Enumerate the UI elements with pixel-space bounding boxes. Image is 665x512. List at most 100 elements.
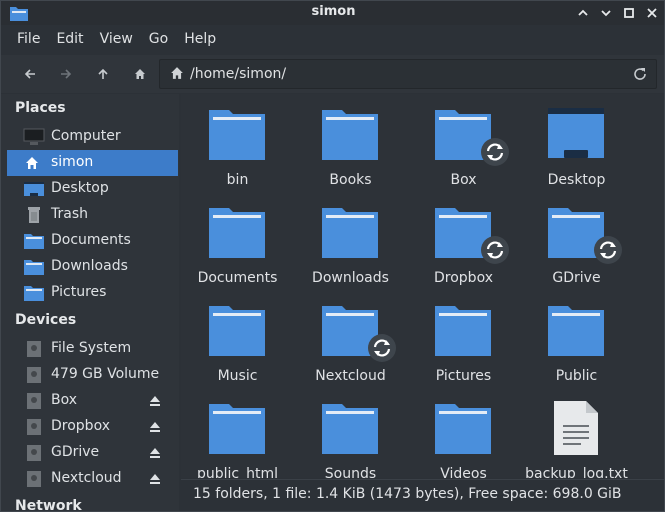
eject-icon[interactable] (148, 420, 162, 434)
sidebar-item-label: Downloads (51, 258, 128, 274)
file-item[interactable]: Nextcloud (294, 290, 407, 388)
sidebar-item-nextcloud[interactable]: Nextcloud (7, 466, 178, 492)
drive-icon (27, 393, 41, 409)
file-name: Box (450, 172, 477, 188)
arrow-up-icon (98, 68, 108, 79)
file-item[interactable]: Books (294, 94, 407, 192)
eject-icon[interactable] (148, 446, 162, 460)
sidebar-item-label: Dropbox (51, 418, 110, 434)
file-item[interactable]: Sounds (294, 388, 407, 478)
menu-edit[interactable]: Edit (48, 27, 91, 53)
sidebar-item-downloads[interactable]: Downloads (7, 254, 178, 280)
file-item[interactable]: bin (181, 94, 294, 192)
sidebar-item-computer[interactable]: Computer (7, 124, 178, 150)
folder-icon (548, 306, 604, 356)
file-item[interactable]: Videos (407, 388, 520, 478)
restore-button[interactable] (619, 3, 639, 23)
minimize-button[interactable] (573, 3, 593, 23)
sidebar: Places Computer simon Desktop Trash Docu… (1, 94, 179, 511)
sidebar-item-label: simon (51, 154, 94, 170)
reload-icon[interactable] (632, 66, 648, 82)
window-title: simon (311, 4, 356, 19)
file-item[interactable]: Box (407, 94, 520, 192)
sidebar-item-label: Trash (51, 206, 88, 222)
home-icon (26, 157, 38, 169)
file-item[interactable]: Public (520, 290, 633, 388)
text-file-icon (554, 401, 598, 455)
sync-icon (481, 236, 509, 264)
file-view[interactable]: bin Books Box Desktop Documents Downloads Drop… (181, 94, 664, 478)
up-button[interactable] (91, 62, 115, 86)
sidebar-item-documents[interactable]: Documents (7, 228, 178, 254)
sidebar-item-simon[interactable]: simon (7, 150, 178, 176)
file-name: Books (329, 172, 372, 188)
folder-icon (209, 306, 265, 356)
arrow-right-icon (61, 69, 72, 79)
file-name: Downloads (312, 270, 389, 286)
file-item[interactable]: Pictures (407, 290, 520, 388)
file-item[interactable]: backup_log.txt (520, 388, 633, 478)
close-button[interactable] (642, 3, 662, 23)
arrow-left-icon (24, 69, 35, 79)
file-item[interactable]: Downloads (294, 192, 407, 290)
sync-icon (368, 334, 396, 362)
file-item[interactable]: Dropbox (407, 192, 520, 290)
sidebar-item-label: Desktop (51, 180, 109, 196)
folder-icon (435, 306, 491, 356)
eject-icon[interactable] (148, 394, 162, 408)
folder-icon (209, 110, 265, 160)
maximize-button[interactable] (596, 3, 616, 23)
sidebar-item-479gb-volume[interactable]: 479 GB Volume (7, 362, 178, 388)
trash-icon (28, 207, 40, 223)
sidebar-item-dropbox[interactable]: Dropbox (7, 414, 178, 440)
devices-header: Devices (15, 312, 77, 328)
file-item[interactable]: Documents (181, 192, 294, 290)
places-header: Places (15, 100, 66, 116)
close-icon (647, 8, 657, 18)
file-name: Desktop (547, 172, 606, 188)
sidebar-item-gdrive[interactable]: GDrive (7, 440, 178, 466)
file-name: Music (217, 368, 258, 384)
folder-icon (24, 260, 44, 275)
file-name: Pictures (435, 368, 492, 384)
sidebar-item-label: Nextcloud (51, 470, 122, 486)
chevron-up-icon (578, 9, 588, 16)
sidebar-item-trash[interactable]: Trash (7, 202, 178, 228)
file-item[interactable]: public_html (181, 388, 294, 478)
file-manager-window: simon File Edit View Go Help /home/simon… (0, 0, 665, 512)
sidebar-item-label: Computer (51, 128, 121, 144)
file-item[interactable]: Desktop (520, 94, 633, 192)
menu-view[interactable]: View (92, 27, 141, 53)
file-name: Documents (197, 270, 278, 286)
menu-go[interactable]: Go (141, 27, 176, 53)
sidebar-item-desktop[interactable]: Desktop (7, 176, 178, 202)
file-item[interactable]: Music (181, 290, 294, 388)
folder-icon (24, 234, 44, 249)
sidebar-item-label: Documents (51, 232, 131, 248)
sidebar-item-box[interactable]: Box (7, 388, 178, 414)
drive-icon (27, 445, 41, 461)
location-path[interactable]: /home/simon/ (190, 66, 286, 82)
file-name: GDrive (552, 270, 601, 286)
location-bar[interactable]: /home/simon/ (159, 59, 657, 89)
home-icon (135, 69, 145, 79)
forward-button[interactable] (54, 62, 78, 86)
home-icon (171, 67, 183, 79)
home-button[interactable] (128, 62, 152, 86)
file-name: public_html (196, 466, 278, 478)
computer-icon (23, 128, 45, 145)
menu-bar: File Edit View Go Help (1, 27, 664, 53)
file-name: Sounds (324, 466, 377, 478)
sidebar-item-file-system[interactable]: File System (7, 336, 178, 362)
folder-icon (24, 286, 44, 301)
eject-icon[interactable] (148, 472, 162, 486)
sidebar-item-pictures[interactable]: Pictures (7, 280, 178, 306)
back-button[interactable] (18, 62, 42, 86)
title-bar[interactable]: simon (1, 1, 664, 25)
menu-help[interactable]: Help (176, 27, 224, 53)
status-bar: 15 folders, 1 file: 1.4 KiB (1473 bytes)… (181, 479, 664, 511)
chevron-down-icon (601, 10, 611, 17)
drive-icon (27, 471, 41, 487)
file-item[interactable]: GDrive (520, 192, 633, 290)
menu-file[interactable]: File (9, 27, 48, 53)
